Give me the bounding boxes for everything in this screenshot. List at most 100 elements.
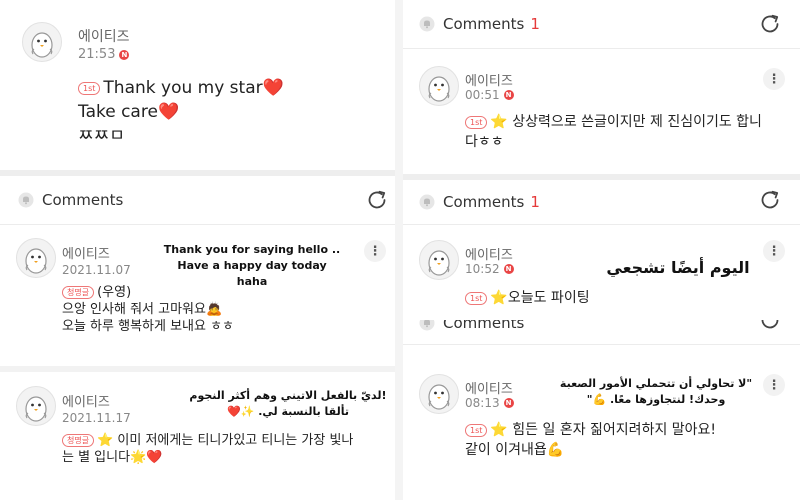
comment-line-1: 1st ⭐ 힘든 일 혼자 짊어지려하지 말아요! — [465, 420, 716, 440]
post-body: 1st Thank you my star❤️ Take care❤️ ㅉㅉㅁ — [78, 76, 284, 148]
date-label: 2021.11.17 — [62, 411, 131, 425]
comment-line-2: 는 별 입니다🌟❤️ — [62, 449, 353, 466]
comment-line-3: 오늘 하루 행복하게 보내요 ㅎㅎ — [62, 319, 235, 334]
comment-line-1: 1st ⭐ 상상력으로 쓴글이지만 제 진심이기도 합니 — [465, 112, 762, 132]
comments-label: Comments — [443, 15, 525, 33]
star-icon: ⭐ — [490, 422, 508, 438]
post-line-2-text: Take care — [78, 102, 158, 122]
bowing-icon: 🙇 — [205, 302, 223, 317]
comments-header: Comments — [0, 180, 395, 220]
penguin-avatar-icon — [422, 243, 456, 277]
comment-time: 10:52 N — [465, 262, 514, 276]
avatar[interactable] — [419, 240, 459, 280]
rank-badge: 청명글 — [62, 286, 95, 299]
bell-icon — [18, 192, 34, 208]
sparkle-heart-icon: 🌟❤️ — [130, 450, 163, 465]
panel-separator — [395, 0, 403, 500]
refresh-icon[interactable] — [758, 188, 782, 212]
refresh-icon[interactable] — [365, 188, 389, 212]
flexed-arm-icon: 💪 — [546, 442, 565, 458]
rank-badge: 1st — [465, 423, 488, 437]
avatar[interactable] — [419, 374, 459, 414]
heart-icon: ❤️ — [262, 78, 284, 98]
comments-header: Comments — [403, 320, 800, 338]
penguin-avatar-icon — [19, 389, 53, 423]
comment-body: 청명글 (우영) 으앙 인사해 줘서 고마워요🙇 오늘 하루 행복하게 보내요 ㅎ… — [62, 284, 234, 335]
star-icon: ⭐ — [97, 433, 114, 448]
author-name: 에이티즈 — [78, 29, 130, 45]
rank-badge: 1st — [465, 291, 488, 305]
author-name: 에이티즈 — [62, 395, 110, 410]
comment-line-1: 청명글 ⭐ 이미 저에게는 티니가있고 티니는 가장 빛나 — [62, 432, 353, 449]
comment-line-2: 다ㅎㅎ — [465, 134, 504, 150]
more-options-button[interactable]: ⋮ — [763, 68, 785, 90]
penguin-avatar-icon — [25, 25, 59, 59]
author-name: 에이티즈 — [465, 248, 513, 263]
comments-count: 1 — [530, 193, 540, 211]
more-options-button[interactable]: ⋮ — [763, 374, 785, 396]
avatar[interactable] — [16, 386, 56, 426]
time-label: 10:52 — [465, 262, 500, 276]
post-line-1-text: Thank you my star — [103, 78, 263, 98]
divider — [403, 48, 800, 49]
post-line-1: 1st Thank you my star❤️ — [78, 76, 284, 100]
comment-body: 청명글 ⭐ 이미 저에게는 티니가있고 티니는 가장 빛나 는 별 입니다🌟❤️ — [62, 432, 353, 466]
rank-badge: 청명글 — [62, 434, 95, 447]
bell-icon — [419, 320, 435, 331]
author-name: 에이티즈 — [465, 382, 513, 397]
comment-time: 08:13 N — [465, 396, 514, 410]
comment-date: 2021.11.17 — [62, 411, 131, 425]
penguin-avatar-icon — [422, 69, 456, 103]
bell-icon — [419, 194, 435, 210]
post-time: 21:53 N — [78, 47, 130, 62]
divider — [403, 344, 800, 345]
comment-line-1-text: 상상력으로 쓴글이지만 제 진심이기도 합니 — [512, 114, 762, 130]
new-badge: N — [503, 398, 514, 408]
comments-header: Comments 1 — [403, 182, 800, 222]
comment-body: 1st ⭐ 힘든 일 혼자 짊어지려하지 말아요! 같이 이겨내욥💪 — [465, 420, 716, 460]
bell-icon — [419, 16, 435, 32]
divider — [403, 224, 800, 225]
comment-line-1-text: 오늘도 파이팅 — [507, 290, 590, 306]
new-badge: N — [503, 264, 514, 274]
comment-line-1-text: 이미 저에게는 티니가있고 티니는 가장 빛나 — [117, 433, 354, 448]
refresh-icon[interactable] — [758, 12, 782, 36]
more-options-button[interactable]: ⋮ — [364, 240, 386, 262]
time-label: 21:53 — [78, 47, 116, 62]
comments-label: Comments — [443, 320, 525, 332]
comment-time: 00:51 N — [465, 88, 514, 102]
comment-date: 2021.11.07 — [62, 263, 131, 277]
right-bottom-panel: Comments 에이티즈 08:13 N "لا تحاولي أن تتحم… — [403, 320, 800, 500]
right-top-panel: Comments 1 에이티즈 00:51 N ⋮ 1st ⭐ 상상력으로 쓴글이… — [403, 0, 800, 168]
new-badge: N — [503, 90, 514, 100]
penguin-avatar-icon — [422, 377, 456, 411]
translation-overlay: Thank you for saying hello .. Have a hap… — [163, 243, 341, 288]
comment-line-2-text: 으앙 인사해 줘서 고마워요 — [62, 302, 206, 317]
comments-header: Comments 1 — [403, 4, 800, 44]
comments-label: Comments — [443, 193, 525, 211]
author-name: 에이티즈 — [62, 247, 110, 262]
comment-line-2-text: 같이 이겨내욥 — [465, 442, 547, 458]
new-badge: N — [119, 49, 130, 60]
post-line-2: Take care❤️ — [78, 100, 284, 124]
avatar[interactable] — [16, 238, 56, 278]
refresh-icon[interactable] — [758, 320, 782, 332]
comments-count: 1 — [530, 15, 540, 33]
comment-line-1: 1st ⭐오늘도 파이팅 — [465, 288, 590, 308]
rank-badge: 1st — [465, 115, 488, 129]
star-icon: ⭐ — [490, 290, 508, 306]
comment-line-1: 청명글 (우영) — [62, 284, 234, 301]
more-options-button[interactable]: ⋮ — [763, 240, 785, 262]
translation-overlay: "لا تحاولي أن تتحملي الأمور الصعبة وحدك!… — [559, 377, 753, 406]
comment-line-2: 같이 이겨내욥💪 — [465, 440, 716, 460]
comment-line-2-text: 는 별 입니다 — [62, 450, 131, 465]
comment-line-1-text: 힘든 일 혼자 짊어지려하지 말아요! — [512, 422, 717, 438]
penguin-avatar-icon — [19, 241, 53, 275]
avatar[interactable] — [22, 22, 62, 62]
date-label: 2021.11.07 — [62, 263, 131, 277]
avatar[interactable] — [419, 66, 459, 106]
divider — [0, 224, 395, 225]
time-label: 00:51 — [465, 88, 500, 102]
rank-badge: 1st — [78, 81, 101, 95]
left-comments-panel: Comments 에이티즈 2021.11.07 Thank you for s… — [0, 170, 395, 500]
